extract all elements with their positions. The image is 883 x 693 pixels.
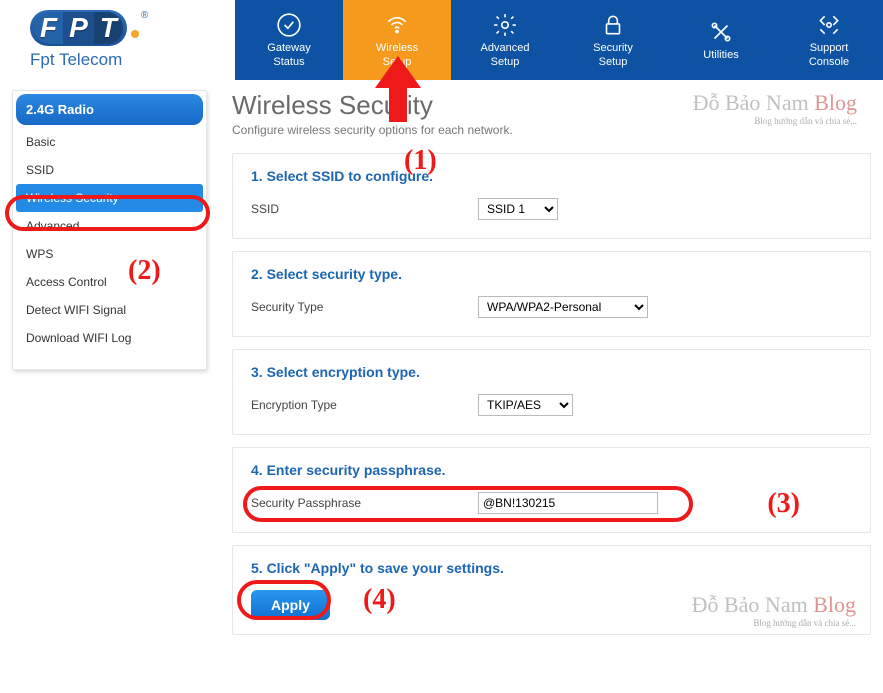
- page-subtitle: Configure wireless security options for …: [232, 123, 871, 137]
- ssid-select[interactable]: SSID 1: [478, 198, 558, 220]
- nav-wireless-setup[interactable]: WirelessSetup: [343, 0, 451, 80]
- nav-advanced-setup[interactable]: AdvancedSetup: [451, 0, 559, 80]
- passphrase-input[interactable]: [478, 492, 658, 514]
- wifi-icon: [383, 11, 411, 39]
- label-security-type: Security Type: [251, 300, 466, 314]
- panel-title-4: 4. Enter security passphrase.: [251, 462, 852, 478]
- page-title: Wireless Security: [232, 90, 871, 121]
- apply-button[interactable]: Apply: [251, 590, 330, 620]
- sidebar-item-wps[interactable]: WPS: [16, 240, 203, 268]
- body: 2.4G Radio Basic SSID Wireless Security …: [0, 80, 883, 657]
- panel-title-5: 5. Click "Apply" to save your settings.: [251, 560, 852, 576]
- sidebar-item-download-log[interactable]: Download WIFI Log: [16, 324, 203, 352]
- logo-area: F P T ® Fpt Telecom: [0, 0, 235, 70]
- logo-letter-f: F: [34, 12, 63, 44]
- content: Wireless Security Configure wireless sec…: [232, 90, 871, 647]
- panel-title-2: 2. Select security type.: [251, 266, 852, 282]
- brand-name: Fpt Telecom: [30, 50, 235, 70]
- panel-apply: 5. Click "Apply" to save your settings. …: [232, 545, 871, 635]
- label-encryption: Encryption Type: [251, 398, 466, 412]
- panel-title-1: 1. Select SSID to configure.: [251, 168, 852, 184]
- logo: F P T ®: [30, 10, 235, 46]
- sidebar: 2.4G Radio Basic SSID Wireless Security …: [12, 90, 207, 370]
- sidebar-item-wireless-security[interactable]: Wireless Security: [16, 184, 203, 212]
- sidebar-item-access-control[interactable]: Access Control: [16, 268, 203, 296]
- logo-letter-t: T: [94, 12, 123, 44]
- panel-passphrase: 4. Enter security passphrase. Security P…: [232, 447, 871, 533]
- sidebar-item-detect-wifi[interactable]: Detect WIFI Signal: [16, 296, 203, 324]
- security-type-select[interactable]: WPA/WPA2-Personal: [478, 296, 648, 318]
- panel-ssid: 1. Select SSID to configure. SSID SSID 1: [232, 153, 871, 239]
- sidebar-item-basic[interactable]: Basic: [16, 128, 203, 156]
- encryption-select[interactable]: TKIP/AES: [478, 394, 573, 416]
- nav-gateway-status[interactable]: GatewayStatus: [235, 0, 343, 80]
- sidebar-item-advanced[interactable]: Advanced: [16, 212, 203, 240]
- logo-letter-p: P: [63, 12, 94, 44]
- logo-dot-icon: [131, 30, 139, 38]
- lock-icon: [599, 11, 627, 39]
- label-ssid: SSID: [251, 202, 466, 216]
- annotation-num-4: (4): [363, 584, 396, 616]
- check-circle-icon: [275, 11, 303, 39]
- registered-icon: ®: [141, 10, 148, 21]
- tools-icon: [707, 18, 735, 46]
- panel-encryption: 3. Select encryption type. Encryption Ty…: [232, 349, 871, 435]
- top-nav: GatewayStatus WirelessSetup AdvancedSetu…: [235, 0, 883, 80]
- panel-security-type: 2. Select security type. Security Type W…: [232, 251, 871, 337]
- watermark-bottom: Đỗ Bảo Nam Blog Blog hướng dẫn và chia s…: [692, 592, 856, 628]
- grid-icon: [815, 11, 843, 39]
- sidebar-header: 2.4G Radio: [16, 94, 203, 125]
- panel-title-3: 3. Select encryption type.: [251, 364, 852, 380]
- nav-security-setup[interactable]: SecuritySetup: [559, 0, 667, 80]
- header: F P T ® Fpt Telecom GatewayStatus Wirele…: [0, 0, 883, 80]
- nav-utilities[interactable]: Utilities: [667, 0, 775, 80]
- label-passphrase: Security Passphrase: [251, 496, 466, 510]
- sidebar-item-ssid[interactable]: SSID: [16, 156, 203, 184]
- gear-icon: [491, 11, 519, 39]
- nav-support-console[interactable]: SupportConsole: [775, 0, 883, 80]
